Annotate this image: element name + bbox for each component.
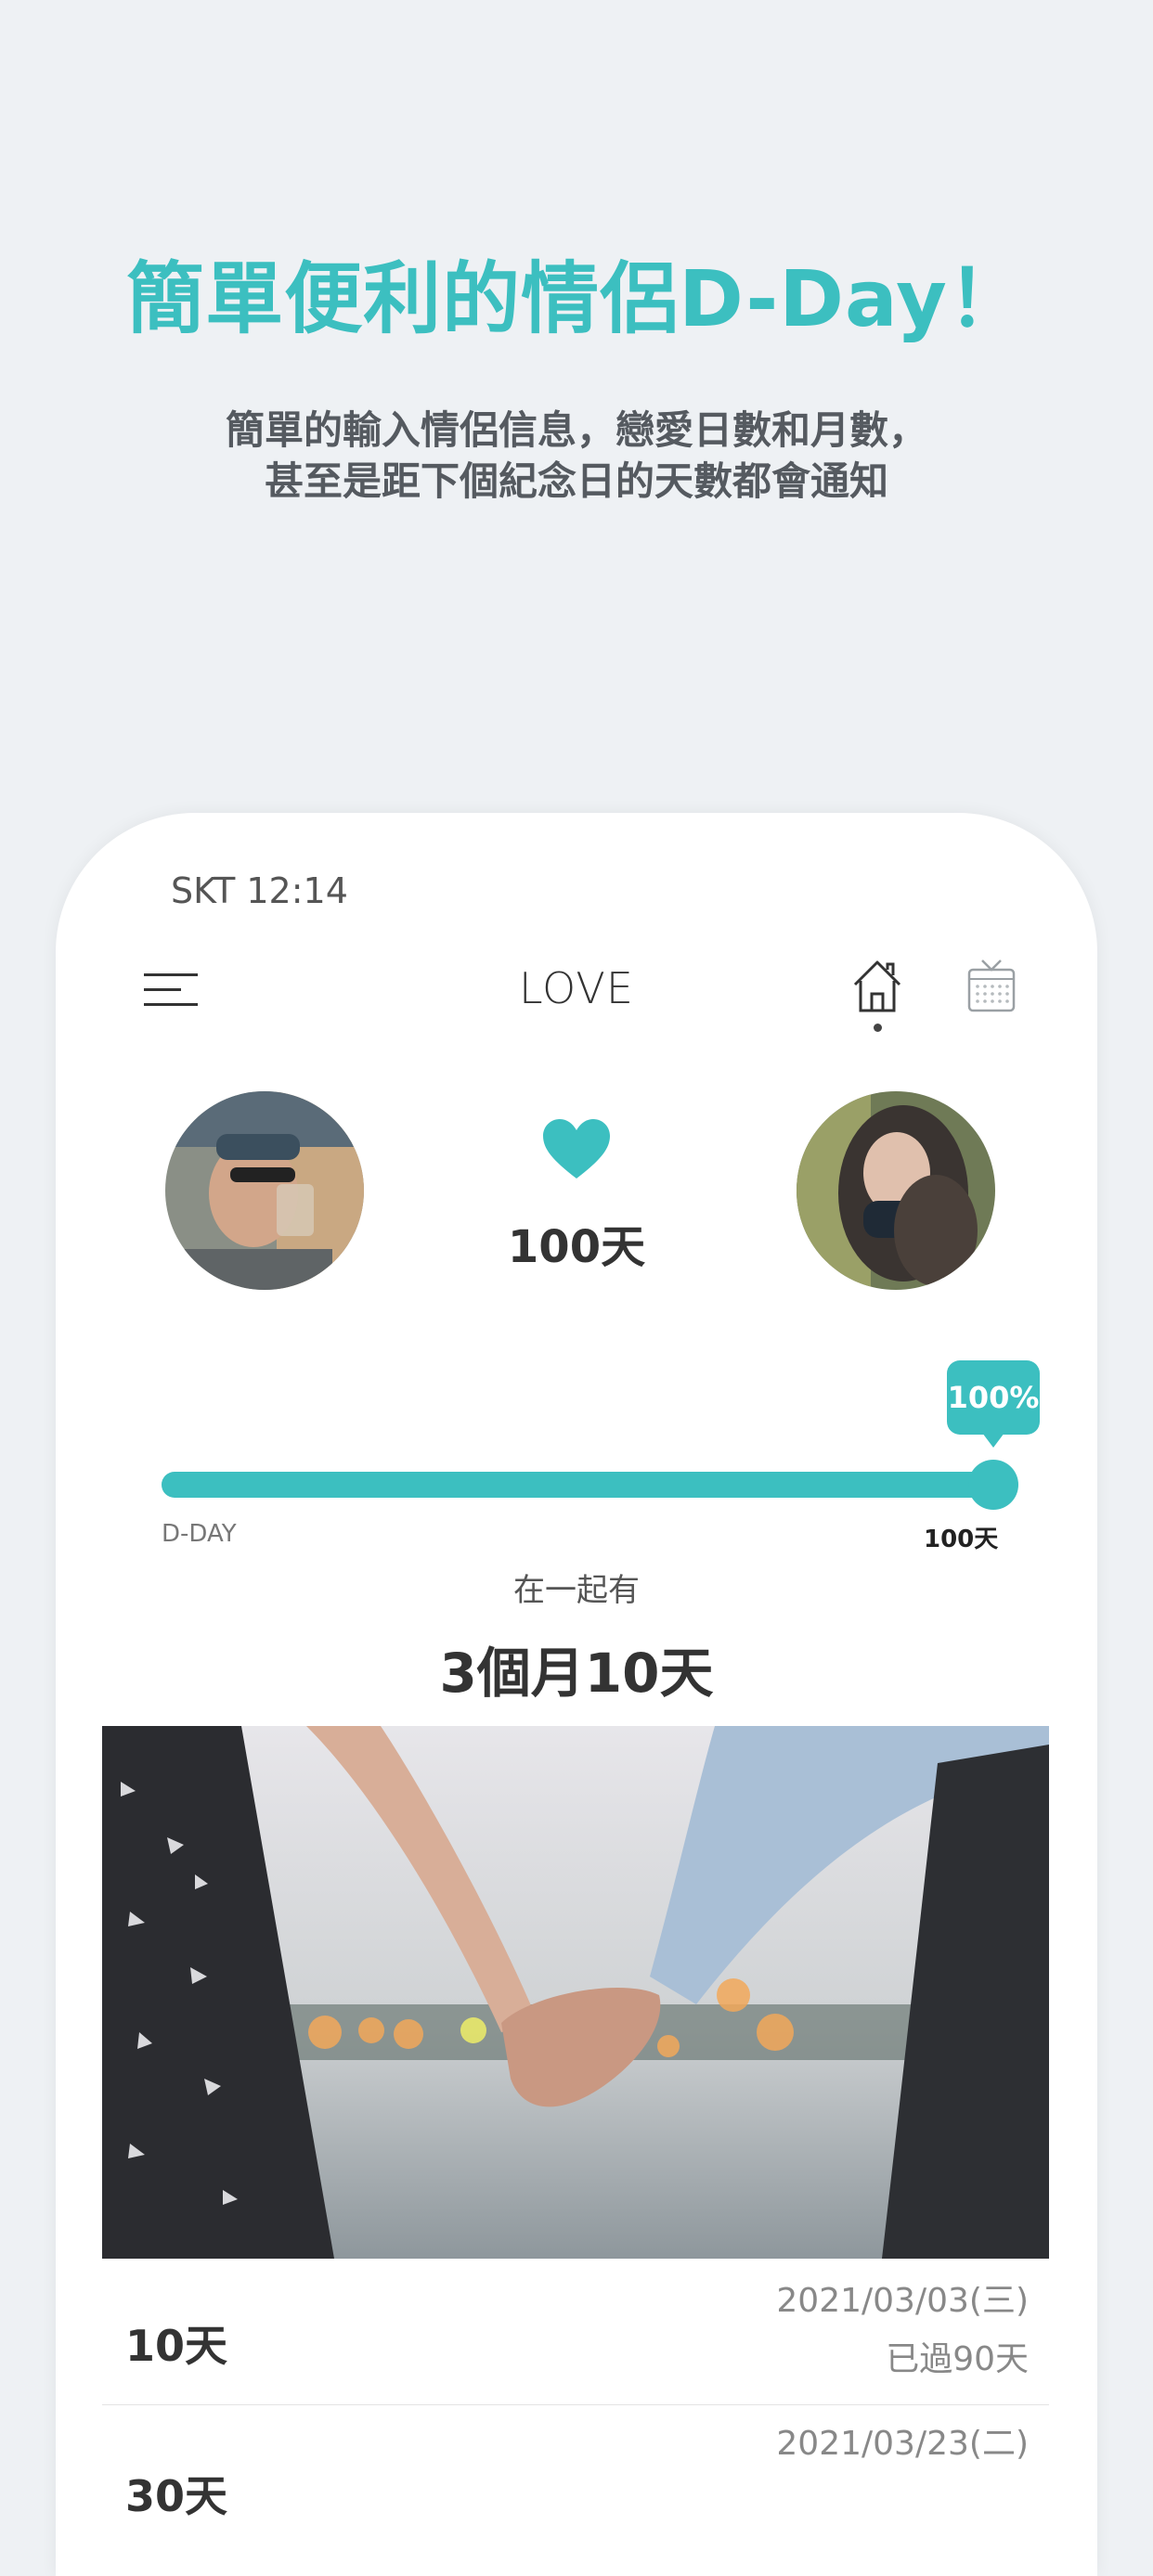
- progress-badge: 100%: [947, 1360, 1040, 1448]
- partner-2-avatar[interactable]: [797, 1091, 995, 1290]
- together-label: 在一起有: [513, 1572, 640, 1609]
- progress-end-label: 100天: [924, 1526, 999, 1553]
- progress-knob[interactable]: [968, 1460, 1018, 1510]
- headline: 簡單便利的情侶D-Day！: [126, 253, 1027, 344]
- app-title: LOVE: [519, 963, 634, 1013]
- list-item[interactable]: 30天 2021/03/23(二): [102, 2405, 1049, 2576]
- anniversary-date: 2021/03/23(二): [776, 2425, 1029, 2463]
- progress-fill: [162, 1472, 993, 1498]
- subtitle-line-2: 甚至是距下個紀念日的天數都會通知: [264, 458, 888, 504]
- status-bar-text: SKT 12:14: [171, 870, 348, 911]
- anniversary-title: 10天: [125, 2321, 228, 2371]
- together-duration: 3個月10天: [439, 1642, 714, 1705]
- anniversary-title: 30天: [125, 2471, 228, 2521]
- anniversary-elapsed: 已過90天: [886, 2340, 1029, 2378]
- progress-track: [162, 1472, 993, 1498]
- progress-start-label: D-DAY: [162, 1520, 237, 1548]
- list-item[interactable]: 10天 2021/03/03(三) 已過90天: [102, 2260, 1049, 2405]
- calendar-icon[interactable]: [965, 957, 1017, 1014]
- home-icon[interactable]: [849, 957, 905, 1016]
- active-indicator-dot: [874, 1024, 882, 1032]
- heart-icon: [543, 1119, 610, 1179]
- couple-photo: [102, 1726, 1049, 2259]
- anniversary-date: 2021/03/03(三): [776, 2282, 1029, 2320]
- subtitle-line-1: 簡單的輸入情侶信息，戀愛日數和月數，: [225, 407, 927, 453]
- phone-screen: SKT 12:14 LOVE 100天 100% D-DAY 100天 在一起有…: [56, 813, 1097, 2576]
